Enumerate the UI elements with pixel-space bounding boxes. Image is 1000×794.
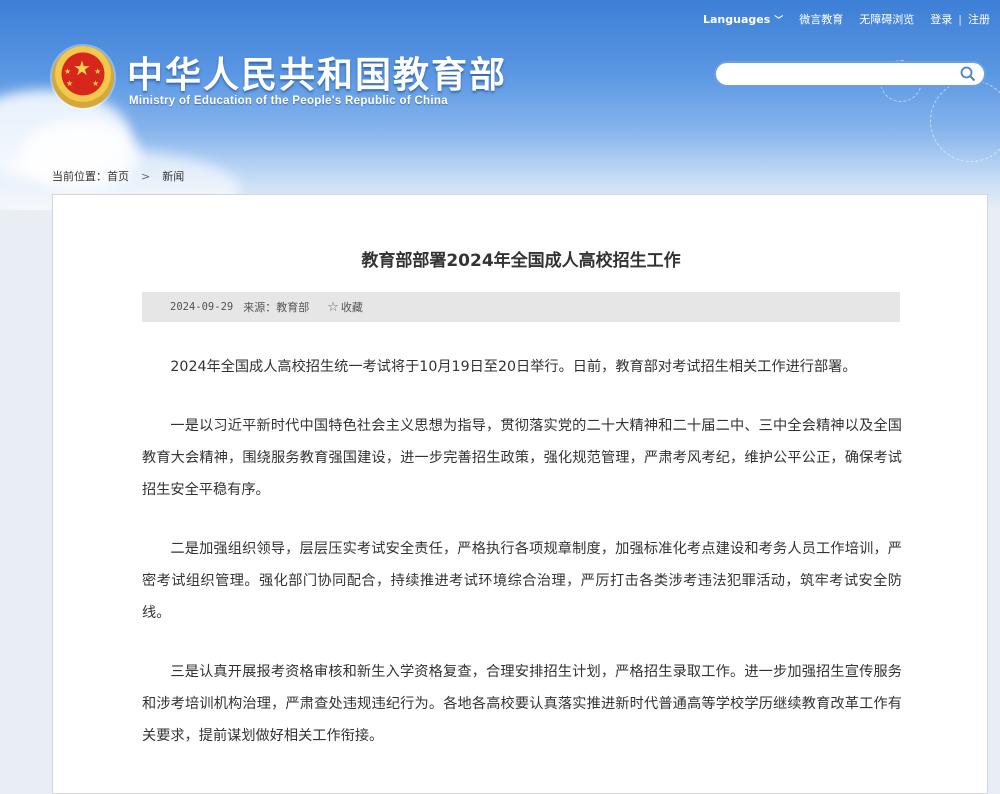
accessibility-link[interactable]: 无障碍浏览 xyxy=(859,11,914,27)
star-outline-icon: ☆ xyxy=(327,299,339,315)
star-icon: ★ xyxy=(94,67,102,76)
dandelion-decoration xyxy=(930,80,1000,162)
breadcrumb-current[interactable]: 新闻 xyxy=(162,168,184,184)
favorite-label: 收藏 xyxy=(340,301,363,314)
search-box xyxy=(714,61,986,87)
search-input[interactable] xyxy=(726,65,960,85)
article-title: 教育部部署2024年全国成人高校招生工作 xyxy=(361,251,681,271)
national-emblem-logo: ★ ★ ★ ★ ★ xyxy=(52,46,114,108)
star-icon: ★ xyxy=(64,67,72,76)
favorite-button[interactable]: ☆ 收藏 xyxy=(327,299,363,315)
article-meta-bar: 2024-09-29 来源：教育部 ☆ 收藏 xyxy=(142,292,900,322)
star-icon: ★ xyxy=(66,79,74,88)
languages-menu[interactable]: Languages ﹀ xyxy=(703,13,783,26)
breadcrumb: 当前位置： 首页 > 新闻 xyxy=(52,168,184,184)
top-navigation: Languages ﹀ 微言教育 无障碍浏览 登录 | 注册 xyxy=(687,11,990,27)
site-title: 中华人民共和国教育部 xyxy=(127,55,508,96)
article-date: 2024-09-29 xyxy=(170,301,234,313)
star-icon: ★ xyxy=(73,56,91,80)
weibo-link[interactable]: 微言教育 xyxy=(799,11,843,27)
breadcrumb-home[interactable]: 首页 xyxy=(107,168,129,184)
article-container: 教育部部署2024年全国成人高校招生工作 2024-09-29 来源：教育部 ☆… xyxy=(52,194,988,794)
article-body: 2024年全国成人高校招生统一考试将于10月19日至20日举行。日前，教育部对考… xyxy=(142,351,902,779)
search-icon[interactable] xyxy=(960,66,976,82)
breadcrumb-label: 当前位置： xyxy=(52,170,107,183)
site-subtitle: Ministry of Education of the People's Re… xyxy=(129,95,448,107)
chevron-down-icon: ﹀ xyxy=(774,15,784,26)
article-paragraph: 2024年全国成人高校招生统一考试将于10月19日至20日举行。日前，教育部对考… xyxy=(170,359,857,375)
article-paragraph: 二是加强组织领导，层层压实考试安全责任，严格执行各项规章制度，加强标准化考点建设… xyxy=(142,541,902,621)
star-icon: ★ xyxy=(92,79,100,88)
article-paragraph: 一是以习近平新时代中国特色社会主义思想为指导，贯彻落实党的二十大精神和二十届二中… xyxy=(142,418,902,498)
article-paragraph: 三是认真开展报考资格审核和新生入学资格复查，合理安排招生计划，严格招生录取工作。… xyxy=(142,664,902,744)
register-link[interactable]: 注册 xyxy=(968,11,990,27)
article-source: 来源：教育部 xyxy=(243,301,310,314)
nav-separator: | xyxy=(958,12,962,26)
login-link[interactable]: 登录 xyxy=(930,11,952,27)
chevron-right-icon: > xyxy=(141,169,151,183)
languages-label: Languages xyxy=(702,12,771,26)
